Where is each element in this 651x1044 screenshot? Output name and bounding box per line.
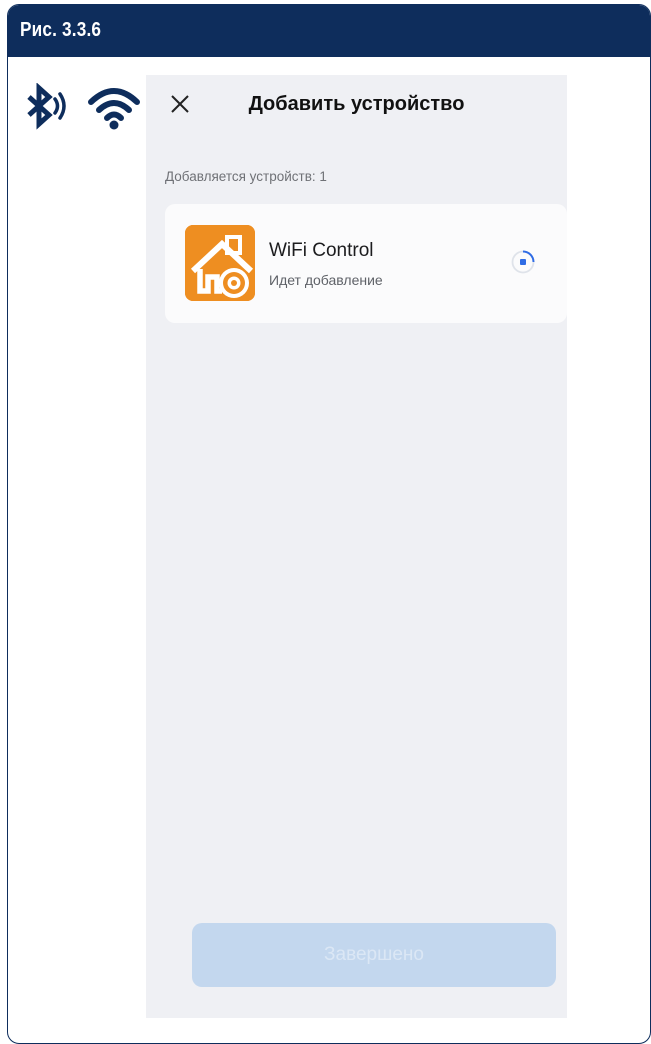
device-card[interactable]: WiFi Control Идет добавление: [165, 204, 567, 323]
close-icon: [171, 95, 189, 113]
figure-frame: Рис. 3.3.6 Добавить устройство Добавляет…: [7, 4, 651, 1044]
figure-header: Рис. 3.3.6: [8, 5, 650, 57]
device-name: WiFi Control: [269, 240, 374, 261]
page-title: Добавить устройство: [248, 93, 465, 115]
spinner-icon: [511, 250, 535, 274]
connectivity-icons: [22, 83, 142, 133]
close-button[interactable]: [164, 88, 196, 120]
bluetooth-icon: [27, 83, 66, 130]
figure-label: Рис. 3.3.6: [20, 19, 102, 41]
phone-screen: Добавить устройство Добавляется устройст…: [146, 75, 567, 1018]
home-gear-icon: [185, 225, 255, 301]
done-button[interactable]: Завершено: [192, 923, 556, 987]
device-status: Идет добавление: [269, 272, 383, 288]
device-count-label: Добавляется устройств: 1: [165, 169, 327, 184]
wifi-icon: [88, 88, 140, 130]
